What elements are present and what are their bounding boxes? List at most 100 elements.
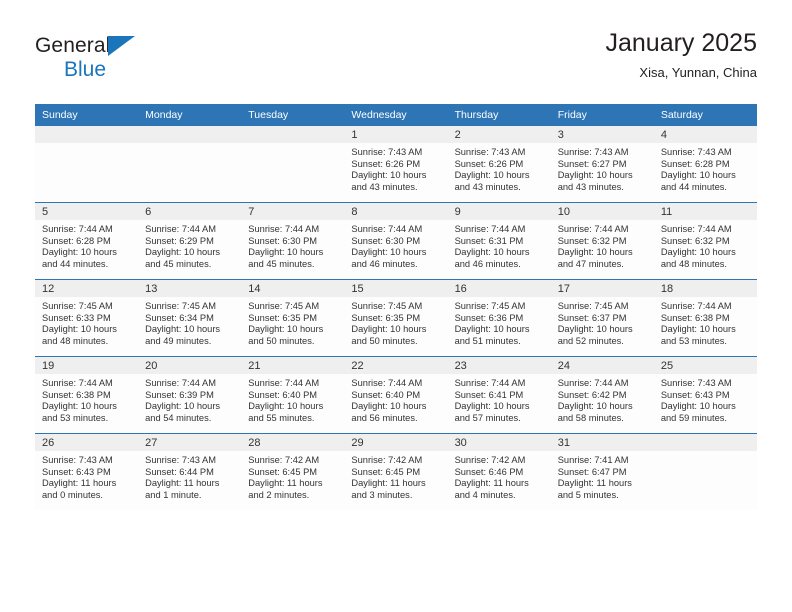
sunset-text: Sunset: 6:42 PM [557, 389, 627, 400]
day-details: Sunrise: 7:44 AM Sunset: 6:42 PM Daylight:… [551, 374, 654, 424]
calendar-day-cell[interactable]: 24 Sunrise: 7:44 AM Sunset: 6:42 PM Dayligh… [550, 356, 654, 434]
calendar-day-cell[interactable]: 29 Sunrise: 7:42 AM Sunset: 6:45 PM Dayligh… [344, 433, 448, 510]
daylight-text: Daylight: 10 hours and 55 minutes. [248, 401, 324, 423]
logo-text-general: General [35, 34, 111, 57]
sunset-text: Sunset: 6:36 PM [454, 312, 524, 323]
day-details: Sunrise: 7:43 AM Sunset: 6:28 PM Daylight:… [654, 143, 757, 193]
calendar-day-cell[interactable]: 4 Sunrise: 7:43 AM Sunset: 6:28 PM Daylight… [653, 126, 757, 203]
calendar-day-cell[interactable]: 19 Sunrise: 7:44 AM Sunset: 6:38 PM Dayligh… [35, 356, 139, 434]
sunset-text: Sunset: 6:32 PM [557, 235, 627, 246]
calendar-body: 1 Sunrise: 7:43 AM Sunset: 6:26 PM Daylight… [35, 126, 757, 510]
sunrise-text: Sunrise: 7:45 AM [248, 301, 320, 311]
daylight-text: Daylight: 10 hours and 49 minutes. [145, 324, 221, 346]
sunrise-text: Sunrise: 7:44 AM [557, 224, 629, 234]
calendar-day-cell[interactable]: 18 Sunrise: 7:44 AM Sunset: 6:38 PM Dayligh… [653, 279, 757, 357]
calendar-day-cell[interactable]: 6 Sunrise: 7:44 AM Sunset: 6:29 PM Daylight… [138, 202, 242, 280]
calendar-day-cell[interactable]: 27 Sunrise: 7:43 AM Sunset: 6:44 PM Dayligh… [138, 433, 242, 510]
daylight-text: Daylight: 10 hours and 50 minutes. [351, 324, 427, 346]
calendar-day-cell[interactable]: 1 Sunrise: 7:43 AM Sunset: 6:26 PM Daylight… [344, 126, 448, 203]
day-number: 19 [35, 357, 139, 374]
calendar-day-cell[interactable]: 23 Sunrise: 7:44 AM Sunset: 6:41 PM Dayligh… [447, 356, 551, 434]
day-details: Sunrise: 7:44 AM Sunset: 6:41 PM Daylight:… [448, 374, 551, 424]
generalblue-logo[interactable]: General Blue [35, 34, 235, 94]
sunset-text: Sunset: 6:47 PM [557, 466, 627, 477]
sunrise-text: Sunrise: 7:44 AM [454, 378, 526, 388]
daylight-text: Daylight: 11 hours and 1 minute. [145, 478, 220, 500]
calendar-day-cell[interactable]: 22 Sunrise: 7:44 AM Sunset: 6:40 PM Dayligh… [344, 356, 448, 434]
calendar-week-row: 1 Sunrise: 7:43 AM Sunset: 6:26 PM Daylight… [35, 126, 757, 203]
day-details: Sunrise: 7:44 AM Sunset: 6:30 PM Daylight:… [241, 220, 344, 270]
day-number [653, 434, 757, 451]
sunset-text: Sunset: 6:33 PM [42, 312, 111, 323]
calendar-day-cell[interactable]: 28 Sunrise: 7:42 AM Sunset: 6:45 PM Dayligh… [241, 433, 345, 510]
calendar-day-cell[interactable]: 30 Sunrise: 7:42 AM Sunset: 6:46 PM Dayligh… [447, 433, 551, 510]
sunset-text: Sunset: 6:43 PM [660, 389, 730, 400]
day-details: Sunrise: 7:41 AM Sunset: 6:47 PM Daylight:… [551, 451, 654, 501]
sunrise-text: Sunrise: 7:44 AM [557, 378, 629, 388]
calendar-day-cell[interactable]: 20 Sunrise: 7:44 AM Sunset: 6:39 PM Dayligh… [138, 356, 242, 434]
day-details: Sunrise: 7:44 AM Sunset: 6:32 PM Daylight:… [654, 220, 757, 270]
daylight-text: Daylight: 10 hours and 52 minutes. [557, 324, 633, 346]
calendar-day-cell[interactable]: 11 Sunrise: 7:44 AM Sunset: 6:32 PM Dayligh… [653, 202, 757, 280]
calendar-day-cell[interactable]: 25 Sunrise: 7:43 AM Sunset: 6:43 PM Dayligh… [653, 356, 757, 434]
day-details: Sunrise: 7:43 AM Sunset: 6:43 PM Daylight:… [35, 451, 138, 501]
sunset-text: Sunset: 6:45 PM [248, 466, 318, 477]
daylight-text: Daylight: 10 hours and 50 minutes. [248, 324, 324, 346]
page-header: General Blue January 2025 Xisa, Yunnan, … [35, 28, 757, 100]
sunset-text: Sunset: 6:26 PM [351, 158, 421, 169]
calendar-day-cell[interactable]: 7 Sunrise: 7:44 AM Sunset: 6:30 PM Daylight… [241, 202, 345, 280]
calendar-day-cell[interactable]: 31 Sunrise: 7:41 AM Sunset: 6:47 PM Dayligh… [550, 433, 654, 510]
daylight-text: Daylight: 11 hours and 4 minutes. [454, 478, 529, 500]
logo-triangle-icon [108, 36, 136, 56]
calendar-day-cell[interactable]: 26 Sunrise: 7:43 AM Sunset: 6:43 PM Dayligh… [35, 433, 139, 510]
day-details: Sunrise: 7:45 AM Sunset: 6:35 PM Daylight:… [241, 297, 344, 347]
calendar-day-cell[interactable]: 2 Sunrise: 7:43 AM Sunset: 6:26 PM Daylight… [447, 126, 551, 203]
day-number [241, 126, 345, 143]
sunset-text: Sunset: 6:26 PM [454, 158, 524, 169]
calendar-day-cell[interactable]: 14 Sunrise: 7:45 AM Sunset: 6:35 PM Dayligh… [241, 279, 345, 357]
calendar-day-cell[interactable]: 17 Sunrise: 7:45 AM Sunset: 6:37 PM Dayligh… [550, 279, 654, 357]
day-details: Sunrise: 7:43 AM Sunset: 6:26 PM Daylight:… [344, 143, 447, 193]
calendar-day-cell[interactable]: 15 Sunrise: 7:45 AM Sunset: 6:35 PM Dayligh… [344, 279, 448, 357]
day-number: 26 [35, 434, 139, 451]
calendar-day-cell[interactable]: 5 Sunrise: 7:44 AM Sunset: 6:28 PM Daylight… [35, 202, 139, 280]
calendar-day-cell[interactable]: 8 Sunrise: 7:44 AM Sunset: 6:30 PM Daylight… [344, 202, 448, 280]
day-number: 2 [447, 126, 551, 143]
calendar-day-cell[interactable]: 16 Sunrise: 7:45 AM Sunset: 6:36 PM Dayligh… [447, 279, 551, 357]
day-details: Sunrise: 7:42 AM Sunset: 6:46 PM Daylight:… [448, 451, 551, 501]
day-details: Sunrise: 7:44 AM Sunset: 6:39 PM Daylight:… [138, 374, 241, 424]
daylight-text: Daylight: 10 hours and 44 minutes. [660, 170, 736, 192]
day-number: 28 [241, 434, 345, 451]
day-details: Sunrise: 7:43 AM Sunset: 6:26 PM Daylight:… [448, 143, 551, 193]
day-number: 14 [241, 280, 345, 297]
sunset-text: Sunset: 6:35 PM [248, 312, 318, 323]
daylight-text: Daylight: 10 hours and 46 minutes. [351, 247, 427, 269]
sunrise-text: Sunrise: 7:44 AM [454, 224, 526, 234]
column-header-wednesday: Wednesday [344, 104, 448, 126]
day-details: Sunrise: 7:45 AM Sunset: 6:37 PM Daylight:… [551, 297, 654, 347]
day-number: 7 [241, 203, 345, 220]
day-number: 29 [344, 434, 448, 451]
sunrise-text: Sunrise: 7:43 AM [42, 455, 113, 465]
calendar-cell-empty [138, 126, 242, 203]
daylight-text: Daylight: 10 hours and 44 minutes. [42, 247, 117, 269]
day-number: 13 [138, 280, 242, 297]
calendar-day-cell[interactable]: 9 Sunrise: 7:44 AM Sunset: 6:31 PM Daylight… [447, 202, 551, 280]
sunrise-text: Sunrise: 7:45 AM [454, 301, 526, 311]
day-number: 12 [35, 280, 139, 297]
calendar-day-cell[interactable]: 10 Sunrise: 7:44 AM Sunset: 6:32 PM Dayligh… [550, 202, 654, 280]
day-details: Sunrise: 7:45 AM Sunset: 6:33 PM Daylight:… [35, 297, 138, 347]
sunset-text: Sunset: 6:44 PM [145, 466, 214, 477]
calendar-day-cell[interactable]: 21 Sunrise: 7:44 AM Sunset: 6:40 PM Dayligh… [241, 356, 345, 434]
calendar-day-cell[interactable]: 13 Sunrise: 7:45 AM Sunset: 6:34 PM Dayligh… [138, 279, 242, 357]
day-number: 21 [241, 357, 345, 374]
day-details: Sunrise: 7:44 AM Sunset: 6:40 PM Daylight:… [344, 374, 447, 424]
calendar-cell-empty [653, 433, 757, 510]
calendar-week-row: 19 Sunrise: 7:44 AM Sunset: 6:38 PM Dayligh… [35, 356, 757, 434]
calendar-day-cell[interactable]: 3 Sunrise: 7:43 AM Sunset: 6:27 PM Daylight… [550, 126, 654, 203]
day-details: Sunrise: 7:44 AM Sunset: 6:40 PM Daylight:… [241, 374, 344, 424]
daylight-text: Daylight: 10 hours and 48 minutes. [660, 247, 736, 269]
calendar-day-cell[interactable]: 12 Sunrise: 7:45 AM Sunset: 6:33 PM Dayligh… [35, 279, 139, 357]
sunrise-text: Sunrise: 7:44 AM [351, 378, 423, 388]
sunrise-text: Sunrise: 7:44 AM [145, 378, 216, 388]
